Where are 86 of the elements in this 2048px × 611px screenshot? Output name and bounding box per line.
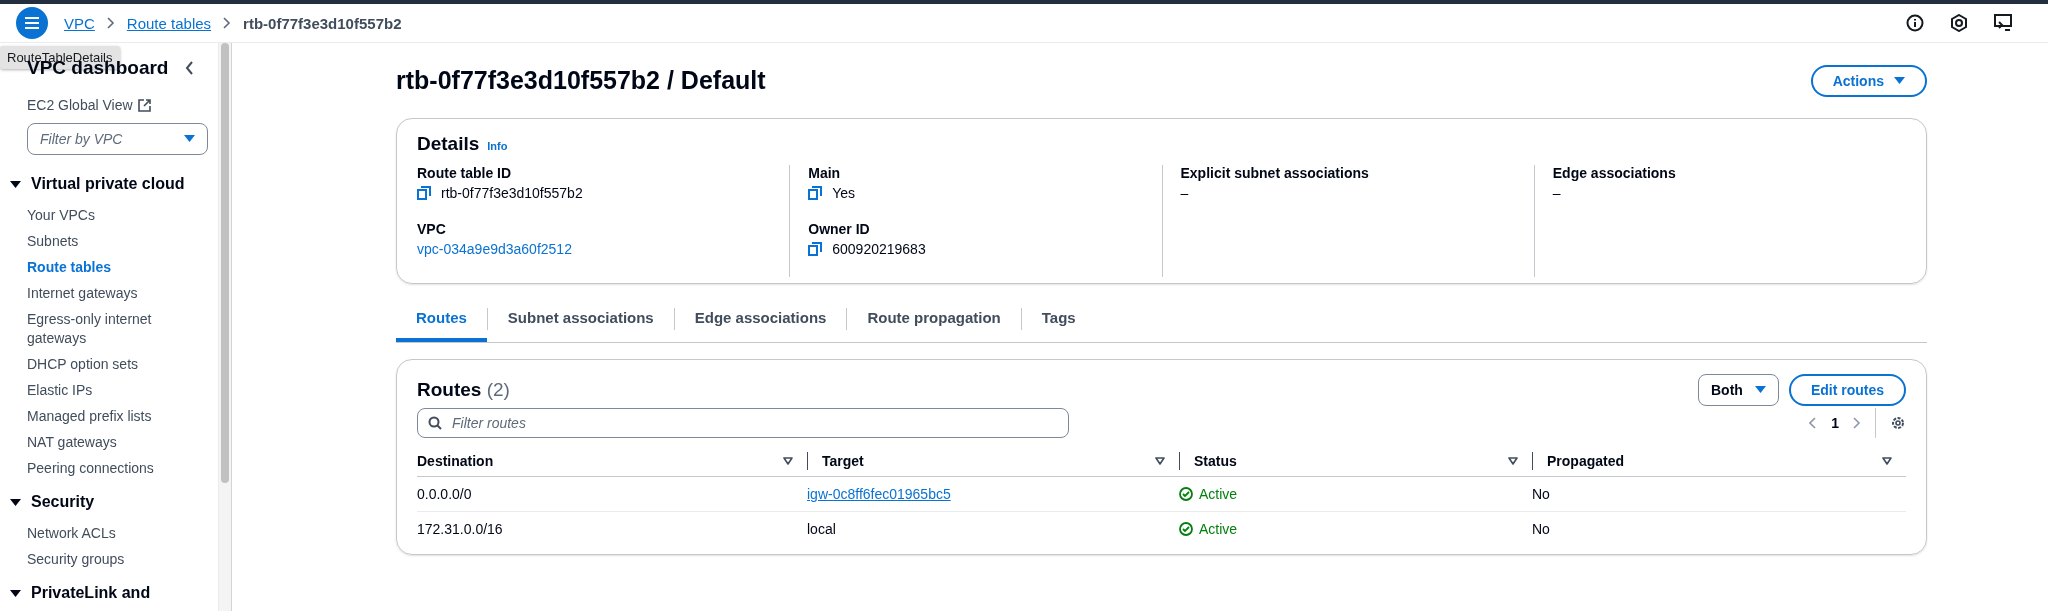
tab[interactable]: Route propagation (847, 296, 1021, 342)
external-link-icon[interactable] (137, 98, 151, 112)
sidebar-item[interactable]: Route tables (0, 258, 218, 277)
sort-icon[interactable] (1882, 457, 1892, 465)
column-header[interactable]: Status (1194, 453, 1508, 469)
field-label: VPC (417, 221, 447, 237)
target-link[interactable]: igw-0c8ff6fec01965bc5 (807, 486, 951, 502)
chevron-right-icon (106, 17, 115, 29)
tab[interactable]: Tags (1021, 296, 1096, 342)
hexagon-icon[interactable] (1950, 14, 1968, 32)
sidebar-item[interactable]: Peering connections (0, 459, 218, 478)
breadcrumb-link[interactable]: Route tables (126, 14, 212, 32)
actions-button[interactable]: Actions (1810, 64, 1927, 97)
caret-down-icon (184, 135, 195, 143)
breadcrumb-current: rtb-0f77f3e3d10f557b2 (243, 14, 402, 32)
menu-button[interactable] (16, 7, 48, 39)
field-label: Edge associations (1552, 165, 1677, 181)
scrollbar-thumb[interactable] (221, 43, 229, 483)
sidebar-section[interactable]: PrivateLink and (31, 584, 151, 602)
caret-down-icon[interactable] (10, 587, 21, 599)
table-cell: 0.0.0.0/0 (417, 486, 472, 502)
terminal-icon[interactable] (1994, 14, 2012, 32)
filter-select[interactable]: Both (1698, 374, 1779, 406)
table-cell: No (1532, 486, 1550, 502)
table-cell: local (807, 521, 836, 537)
field-link[interactable]: vpc-034a9e9d3a60f2512 (417, 241, 572, 257)
sort-icon[interactable] (783, 457, 793, 465)
tab[interactable]: Routes (396, 296, 487, 342)
status-text: Active (1199, 521, 1238, 537)
field-label: Main (808, 165, 842, 181)
sidebar-item[interactable]: DHCP option sets (0, 355, 218, 374)
field-label: Explicit subnet associations (1180, 165, 1370, 181)
sidebar-link[interactable]: EC2 Global View (27, 97, 133, 113)
info-icon[interactable] (1906, 14, 1924, 32)
field-value: rtb-0f77f3e3d10f557b2 (441, 185, 583, 201)
column-header[interactable]: Target (822, 453, 1155, 469)
caret-down-icon (1894, 76, 1905, 85)
column-header[interactable]: Destination (417, 453, 783, 469)
page-title: rtb-0f77f3e3d10f557b2 / Default (396, 66, 766, 95)
caret-down-icon (1754, 386, 1766, 394)
sort-icon[interactable] (1155, 457, 1165, 465)
field-label: Route table ID (417, 165, 513, 181)
sidebar-item[interactable]: Egress-only internet gateways (0, 310, 218, 348)
field-value: Yes (832, 185, 856, 201)
filter-select[interactable]: Filter by VPC (27, 123, 208, 155)
sidebar-section[interactable]: Virtual private cloud (31, 175, 185, 193)
field-value: – (1552, 185, 1561, 201)
copy-icon[interactable] (808, 186, 823, 200)
table-cell: 172.31.0.0/16 (417, 521, 503, 537)
sort-icon[interactable] (1508, 457, 1518, 465)
panel-title: Routes (2) (417, 379, 510, 401)
caret-down-icon[interactable] (10, 496, 21, 508)
info-link[interactable]: Info (487, 140, 508, 152)
check-circle-icon (1179, 522, 1193, 536)
menu-icon (25, 17, 39, 29)
status-text: Active (1199, 486, 1238, 502)
table-cell: No (1532, 521, 1550, 537)
tab[interactable]: Edge associations (674, 296, 847, 342)
copy-icon[interactable] (417, 186, 431, 200)
tab[interactable]: Subnet associations (487, 296, 674, 342)
sidebar-item[interactable]: Subnets (0, 232, 218, 251)
copy-icon[interactable] (808, 242, 823, 256)
field-value: – (1180, 185, 1189, 201)
sidebar-section[interactable]: Security (31, 493, 95, 511)
page-number[interactable]: 1 (1831, 415, 1839, 431)
sidebar-item[interactable]: Network ACLs (0, 524, 218, 543)
column-header[interactable]: Propagated (1547, 453, 1882, 469)
chevron-right-icon[interactable] (1853, 417, 1861, 429)
sidebar-item[interactable]: Elastic IPs (0, 381, 218, 400)
check-circle-icon (1179, 487, 1193, 501)
edit-routes-button[interactable]: Edit routes (1788, 374, 1906, 406)
sidebar-item[interactable]: Security groups (0, 550, 218, 569)
chevron-left-icon[interactable] (185, 61, 194, 75)
search-field[interactable]: Filter routes (417, 408, 1069, 438)
caret-down-icon[interactable] (10, 178, 21, 190)
sidebar-item[interactable]: Managed prefix lists (0, 407, 218, 426)
field-label: Owner ID (808, 221, 871, 237)
sidebar-item[interactable]: Internet gateways (0, 284, 218, 303)
field-value: 600920219683 (832, 241, 926, 257)
search-icon (428, 416, 442, 430)
sidebar-item[interactable]: NAT gateways (0, 433, 218, 452)
panel-title: Details (417, 133, 480, 155)
breadcrumb-link[interactable]: VPC (64, 14, 95, 32)
sidebar-item[interactable]: Your VPCs (0, 206, 218, 225)
chevron-right-icon (223, 17, 232, 29)
settings-icon[interactable] (1890, 415, 1906, 431)
